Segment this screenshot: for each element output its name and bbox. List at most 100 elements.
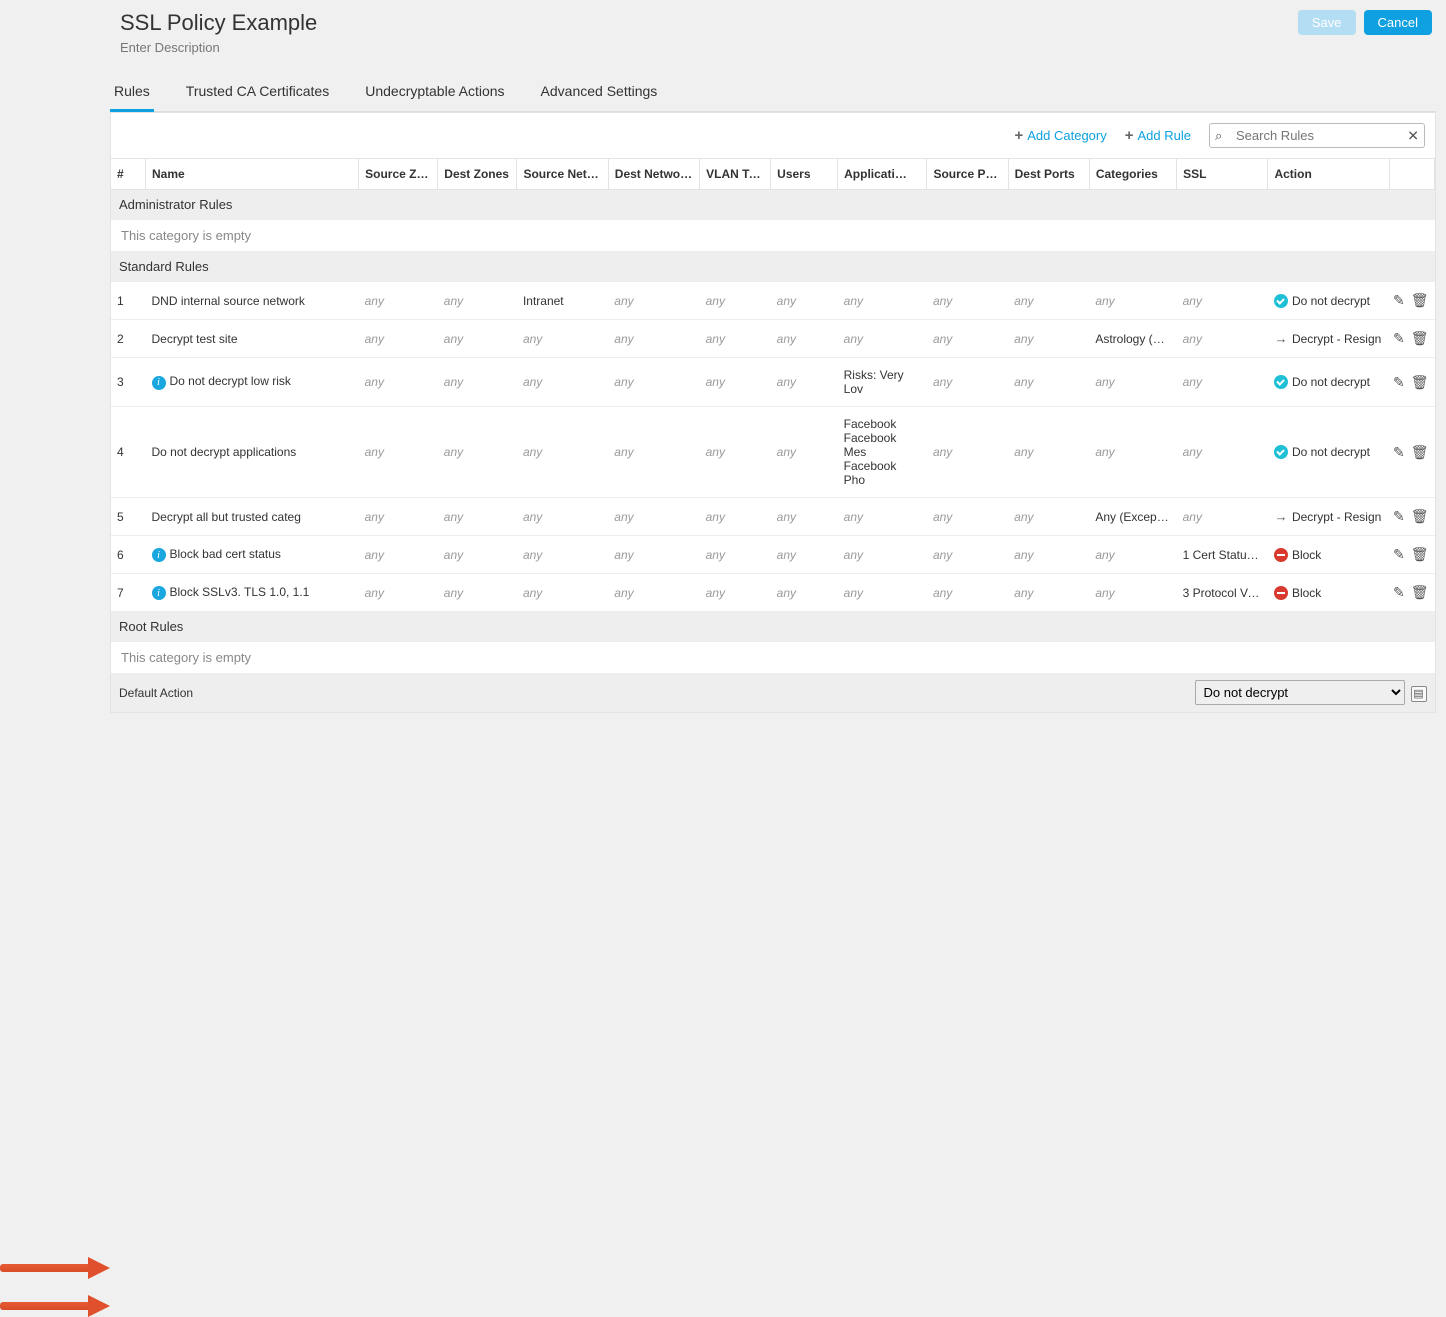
tab-advanced[interactable]: Advanced Settings	[537, 75, 662, 112]
col-src-zones[interactable]: Source Zones	[359, 159, 438, 190]
col-src-ports[interactable]: Source Ports	[927, 159, 1008, 190]
arrow-right-icon: →	[1274, 510, 1288, 524]
arrow-right-icon: →	[1274, 332, 1288, 346]
info-icon[interactable]: i	[152, 548, 166, 562]
edit-icon[interactable]: ✎	[1393, 330, 1405, 347]
action-label: Decrypt - Resign	[1292, 510, 1381, 524]
table-row[interactable]: 1DND internal source networkanyanyIntran…	[111, 282, 1435, 320]
info-icon[interactable]: i	[152, 586, 166, 600]
any-value: any	[844, 510, 863, 524]
table-row[interactable]: 3iDo not decrypt low riskanyanyanyanyany…	[111, 358, 1435, 407]
edit-icon[interactable]: ✎	[1393, 546, 1405, 563]
col-dest-net[interactable]: Dest Networks	[608, 159, 699, 190]
any-value: any	[706, 445, 725, 459]
delete-icon[interactable]: 🗑	[1411, 584, 1429, 601]
edit-icon[interactable]: ✎	[1393, 444, 1405, 461]
col-ssl[interactable]: SSL	[1177, 159, 1268, 190]
col-src-net[interactable]: Source Networks	[517, 159, 608, 190]
rules-table: # Name Source Zones Dest Zones Source Ne…	[111, 158, 1435, 712]
col-num[interactable]: #	[111, 159, 146, 190]
any-value: any	[844, 332, 863, 346]
any-value: any	[1095, 548, 1114, 562]
any-value: any	[933, 510, 952, 524]
edit-icon[interactable]: ✎	[1393, 508, 1405, 525]
tab-undecryptable[interactable]: Undecryptable Actions	[361, 75, 508, 112]
any-value: any	[1183, 445, 1202, 459]
table-row[interactable]: 6iBlock bad cert statusanyanyanyanyanyan…	[111, 536, 1435, 574]
any-value: any	[444, 332, 463, 346]
action-label: Block	[1292, 586, 1321, 600]
edit-icon[interactable]: ✎	[1393, 292, 1405, 309]
table-row[interactable]: 2Decrypt test siteanyanyanyanyanyanyanya…	[111, 320, 1435, 358]
col-dest-zones[interactable]: Dest Zones	[438, 159, 517, 190]
any-value: any	[1095, 294, 1114, 308]
clear-icon[interactable]: ✕	[1407, 127, 1419, 144]
any-value: any	[706, 510, 725, 524]
category-standard: Standard Rules	[111, 252, 1435, 282]
check-circle-icon	[1274, 445, 1288, 459]
any-value: any	[706, 586, 725, 600]
any-value: any	[1095, 445, 1114, 459]
col-apps[interactable]: Applicati…	[838, 159, 927, 190]
any-value: any	[933, 375, 952, 389]
any-value: any	[523, 510, 542, 524]
ssl-value: 1 Cert Status se	[1183, 548, 1268, 562]
delete-icon[interactable]: 🗑	[1411, 330, 1429, 347]
any-value: any	[777, 375, 796, 389]
col-name[interactable]: Name	[146, 159, 359, 190]
any-value: any	[523, 548, 542, 562]
col-users[interactable]: Users	[771, 159, 838, 190]
any-value: any	[365, 548, 384, 562]
delete-icon[interactable]: 🗑	[1411, 292, 1429, 309]
any-value: any	[706, 332, 725, 346]
any-value: any	[614, 445, 633, 459]
page-subtitle[interactable]: Enter Description	[120, 40, 317, 55]
col-action[interactable]: Action	[1268, 159, 1390, 190]
category-value: Astrology (Any	[1095, 332, 1173, 346]
add-category-button[interactable]: + Add Category	[1014, 128, 1106, 143]
any-value: any	[614, 548, 633, 562]
tab-trusted-ca[interactable]: Trusted CA Certificates	[182, 75, 333, 112]
empty-row: This category is empty	[111, 642, 1435, 674]
delete-icon[interactable]: 🗑	[1411, 508, 1429, 525]
table-row[interactable]: 4Do not decrypt applicationsanyanyanyany…	[111, 407, 1435, 498]
tab-bar: Rules Trusted CA Certificates Undecrypta…	[110, 55, 1436, 112]
log-icon[interactable]: ▤	[1411, 686, 1427, 702]
any-value: any	[444, 586, 463, 600]
any-value: any	[444, 375, 463, 389]
edit-icon[interactable]: ✎	[1393, 584, 1405, 601]
any-value: any	[523, 375, 542, 389]
rule-name: Do not decrypt applications	[152, 445, 297, 459]
search-input[interactable]	[1209, 123, 1425, 148]
app-item: Facebook Pho	[844, 459, 921, 487]
any-value: any	[1183, 332, 1202, 346]
rule-name: Block bad cert status	[170, 547, 281, 561]
action-cell: Do not decrypt	[1274, 445, 1384, 459]
any-value: any	[614, 332, 633, 346]
table-row[interactable]: 5Decrypt all but trusted categanyanyanya…	[111, 498, 1435, 536]
ssl-value: 3 Protocol Versi	[1183, 586, 1267, 600]
col-vlan[interactable]: VLAN Tags	[700, 159, 771, 190]
action-cell: Do not decrypt	[1274, 294, 1384, 308]
delete-icon[interactable]: 🗑	[1411, 546, 1429, 563]
any-value: any	[1014, 510, 1033, 524]
category-root: Root Rules	[111, 612, 1435, 642]
info-icon[interactable]: i	[152, 376, 166, 390]
col-dest-ports[interactable]: Dest Ports	[1008, 159, 1089, 190]
col-categories[interactable]: Categories	[1089, 159, 1176, 190]
rule-name: DND internal source network	[152, 294, 305, 308]
any-value: any	[706, 548, 725, 562]
cancel-button[interactable]: Cancel	[1364, 10, 1432, 35]
check-circle-icon	[1274, 375, 1288, 389]
add-rule-button[interactable]: + Add Rule	[1125, 128, 1191, 143]
plus-icon: +	[1014, 128, 1023, 143]
table-row[interactable]: 7iBlock SSLv3. TLS 1.0, 1.1anyanyanyanya…	[111, 574, 1435, 612]
any-value: any	[706, 375, 725, 389]
delete-icon[interactable]: 🗑	[1411, 374, 1429, 391]
any-value: any	[1014, 548, 1033, 562]
add-rule-label: Add Rule	[1138, 128, 1191, 143]
save-button[interactable]: Save	[1298, 10, 1356, 35]
delete-icon[interactable]: 🗑	[1411, 444, 1429, 461]
tab-rules[interactable]: Rules	[110, 75, 154, 112]
edit-icon[interactable]: ✎	[1393, 374, 1405, 391]
